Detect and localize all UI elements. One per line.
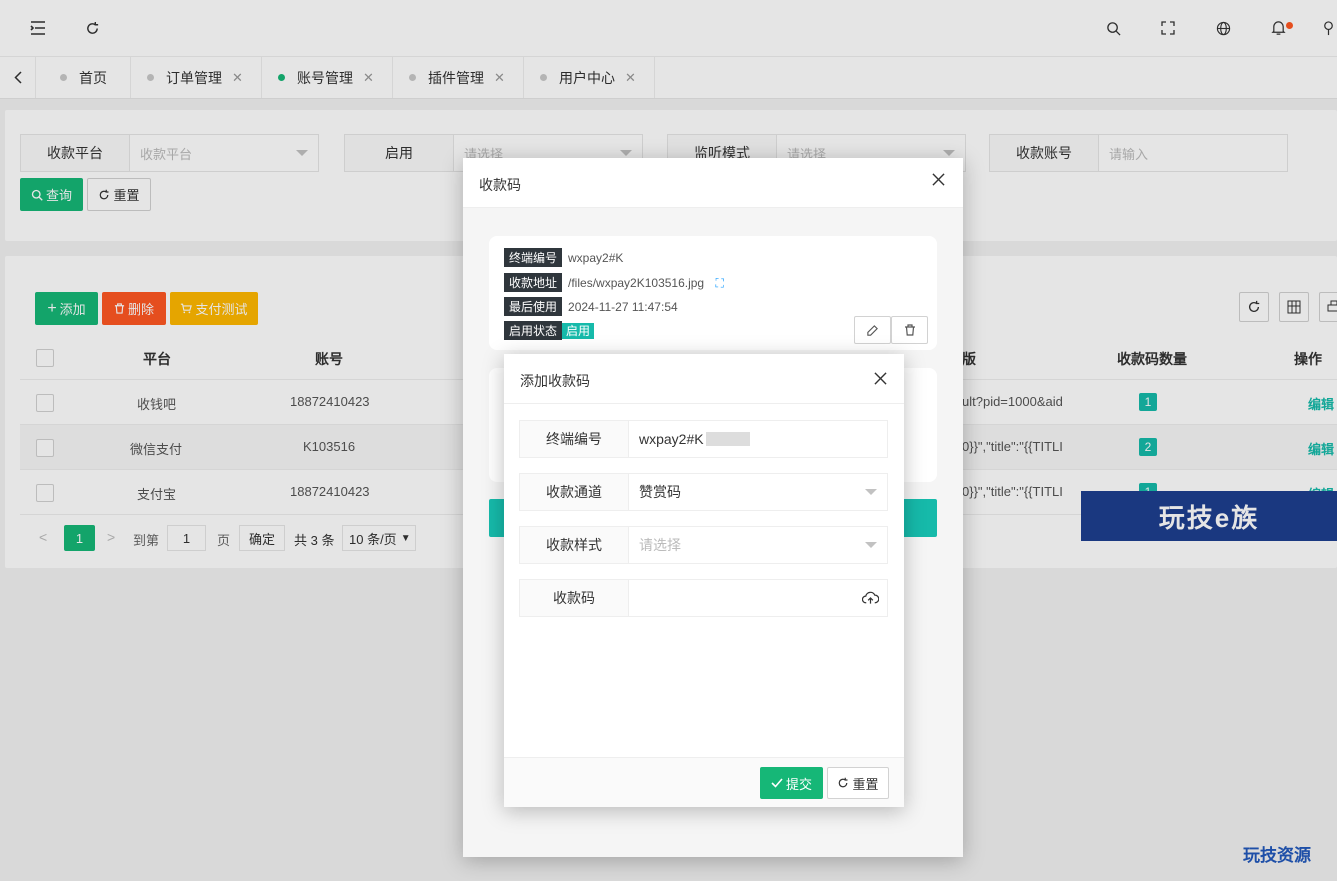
- terminal-value: wxpay2#K: [568, 251, 624, 265]
- addr-tag: 收款地址: [504, 273, 563, 292]
- trash-icon: [904, 324, 915, 336]
- add-qr-dialog: 添加收款码 终端编号 wxpay2#K 收款通道 赞赏码 收款样式 请选择 收款…: [504, 354, 904, 807]
- last-value: 2024-11-27 11:47:54: [568, 300, 678, 314]
- add-qr-dialog-header: 添加收款码: [504, 354, 904, 404]
- add-qr-dialog-footer: 提交 重置: [504, 757, 904, 807]
- terminal-field-value: wxpay2#K: [639, 431, 704, 447]
- edit-icon: [867, 324, 878, 336]
- submit-button-label: 提交: [785, 776, 812, 792]
- qr-item-status: 启用状态 启用: [504, 321, 595, 340]
- upload-cloud-icon[interactable]: [861, 591, 880, 608]
- style-field-placeholder: 请选择: [639, 537, 681, 553]
- terminal-field-label: 终端编号: [519, 420, 629, 458]
- qr-item-terminal: 终端编号 wxpay2#K: [504, 248, 623, 267]
- qr-dialog-title: 收款码: [479, 177, 521, 193]
- qr-edit-button[interactable]: [854, 316, 891, 344]
- close-icon[interactable]: [932, 173, 945, 189]
- terminal-field-input[interactable]: wxpay2#K: [629, 420, 888, 458]
- watermark-corner: 玩技资源: [1243, 846, 1311, 865]
- scan-icon[interactable]: ⛶: [715, 276, 723, 290]
- status-badge: 启用: [562, 323, 595, 339]
- qr-item-card: 终端编号 wxpay2#K 收款地址/files/wxpay2K103516.jp…: [489, 236, 937, 350]
- qr-delete-button[interactable]: [891, 316, 928, 344]
- add-qr-dialog-title: 添加收款码: [520, 373, 590, 389]
- style-field-select[interactable]: 请选择: [629, 526, 888, 564]
- redacted-mask: [705, 432, 750, 446]
- qrcode-field-label: 收款码: [519, 579, 629, 617]
- submit-button[interactable]: 提交: [760, 767, 823, 799]
- chevron-down-icon: [865, 542, 877, 548]
- qrcode-field: 收款码: [519, 579, 888, 617]
- addr-value: /files/wxpay2K103516.jpg: [568, 276, 705, 290]
- qrcode-field-input[interactable]: [629, 579, 888, 617]
- last-tag: 最后使用: [504, 297, 563, 316]
- style-field: 收款样式 请选择: [519, 526, 888, 564]
- channel-field: 收款通道 赞赏码: [519, 473, 888, 511]
- status-tag: 启用状态: [504, 321, 563, 340]
- terminal-field: 终端编号 wxpay2#K: [519, 420, 888, 458]
- reset-button-label: 重置: [852, 776, 879, 792]
- terminal-tag: 终端编号: [504, 248, 563, 267]
- style-field-label: 收款样式: [519, 526, 629, 564]
- reset-button[interactable]: 重置: [827, 767, 889, 799]
- qr-item-addr: 收款地址/files/wxpay2K103516.jpg ⛶: [504, 273, 724, 292]
- channel-field-value: 赞赏码: [639, 484, 681, 500]
- channel-field-select[interactable]: 赞赏码: [629, 473, 888, 511]
- qr-dialog-header: 收款码: [463, 158, 963, 208]
- channel-field-label: 收款通道: [519, 473, 629, 511]
- qr-item-last: 最后使用 2024-11-27 11:47:54: [504, 297, 678, 316]
- chevron-down-icon: [865, 489, 877, 495]
- close-icon[interactable]: [874, 372, 887, 388]
- refresh-icon: [839, 777, 848, 788]
- check-icon: [771, 778, 783, 788]
